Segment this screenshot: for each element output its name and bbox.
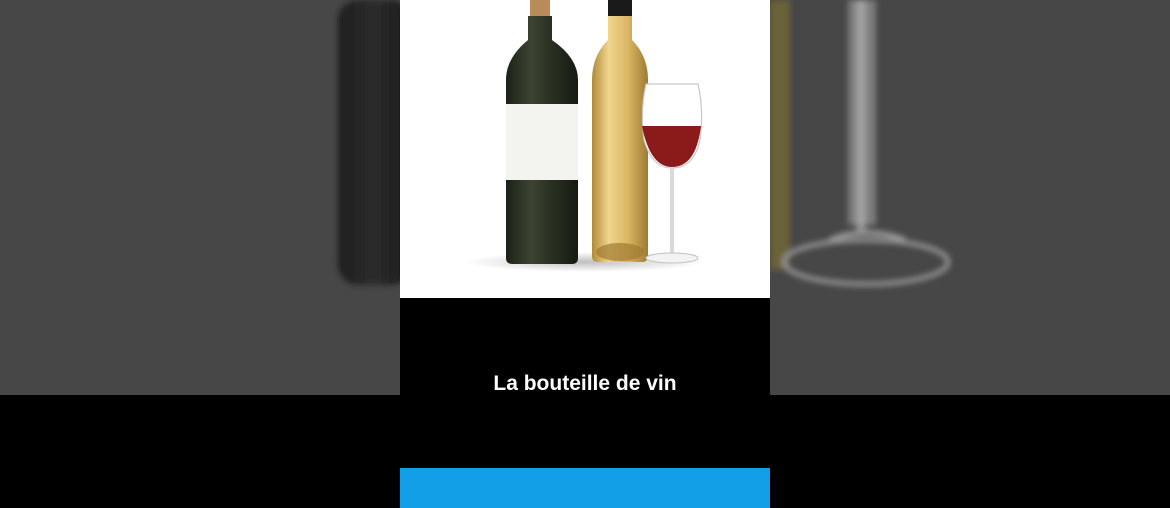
blank-label [506,104,578,180]
bottom-bar [400,468,770,508]
wine-bottles-and-glass-illustration [465,0,705,272]
cork-icon [530,0,550,16]
video-frame: La bouteille de vin [400,0,770,508]
caption-text: La bouteille de vin [493,372,677,395]
white-wine-bottle [592,16,648,262]
product-photo [400,0,770,298]
